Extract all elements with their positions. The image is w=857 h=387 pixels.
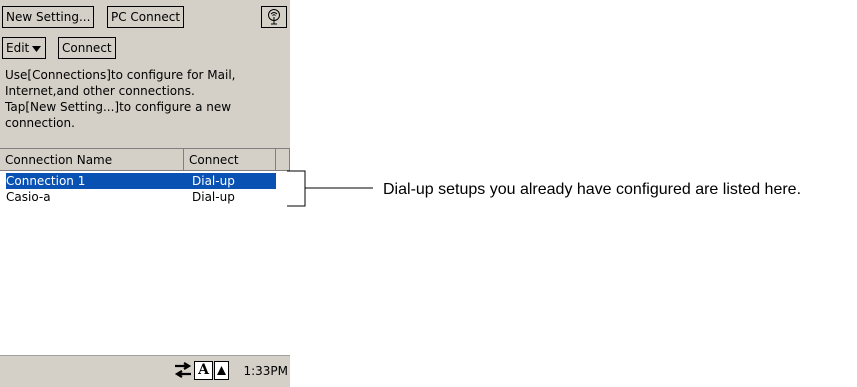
connection-name-cell: Casio-a — [6, 190, 51, 204]
connections-list[interactable]: Connection Name Connect Connection 1 Dia… — [0, 148, 290, 356]
instructions-text: Use[Connections]to configure for Mail, I… — [5, 67, 287, 131]
connection-status-button[interactable] — [261, 6, 287, 28]
instructions-line-3: Tap[New Setting...]to configure a new — [5, 100, 232, 114]
antenna-icon — [268, 9, 280, 25]
dropdown-arrow-icon — [32, 46, 42, 52]
input-method-button[interactable]: A — [194, 361, 213, 380]
list-row-casio-a[interactable]: Casio-a Dial-up — [6, 189, 276, 205]
connection-type-cell: Dial-up — [192, 174, 235, 188]
list-row-connection-1[interactable]: Connection 1 Dial-up — [6, 173, 276, 189]
callout-text: Dial-up setups you already have configur… — [383, 181, 802, 198]
connectivity-icon[interactable] — [172, 362, 194, 380]
pocket-pc-screen: New Setting... PC Connect Edit Connect U… — [0, 0, 290, 387]
taskbar: A 1:33PM — [0, 355, 290, 387]
instructions-line-1: Use[Connections]to configure for Mail, — [5, 68, 236, 82]
column-header-connection-name[interactable]: Connection Name — [0, 149, 184, 171]
pc-connect-button[interactable]: PC Connect — [107, 6, 185, 28]
connection-type-cell: Dial-up — [192, 190, 235, 204]
list-header: Connection Name Connect — [0, 149, 290, 171]
new-setting-button[interactable]: New Setting... — [2, 6, 95, 28]
edit-menu-label: Edit — [6, 41, 30, 55]
connect-button[interactable]: Connect — [58, 37, 116, 59]
input-panel-arrow-button[interactable] — [214, 361, 229, 380]
connection-name-cell: Connection 1 — [6, 174, 86, 188]
column-header-connect[interactable]: Connect — [184, 149, 276, 171]
column-header-spacer — [276, 149, 290, 171]
instructions-line-4: connection. — [5, 116, 75, 130]
edit-menu-button[interactable]: Edit — [2, 37, 47, 59]
instructions-line-2: Internet,and other connections. — [5, 84, 195, 98]
clock[interactable]: 1:33PM — [243, 364, 288, 378]
triangle-up-icon — [217, 366, 226, 375]
